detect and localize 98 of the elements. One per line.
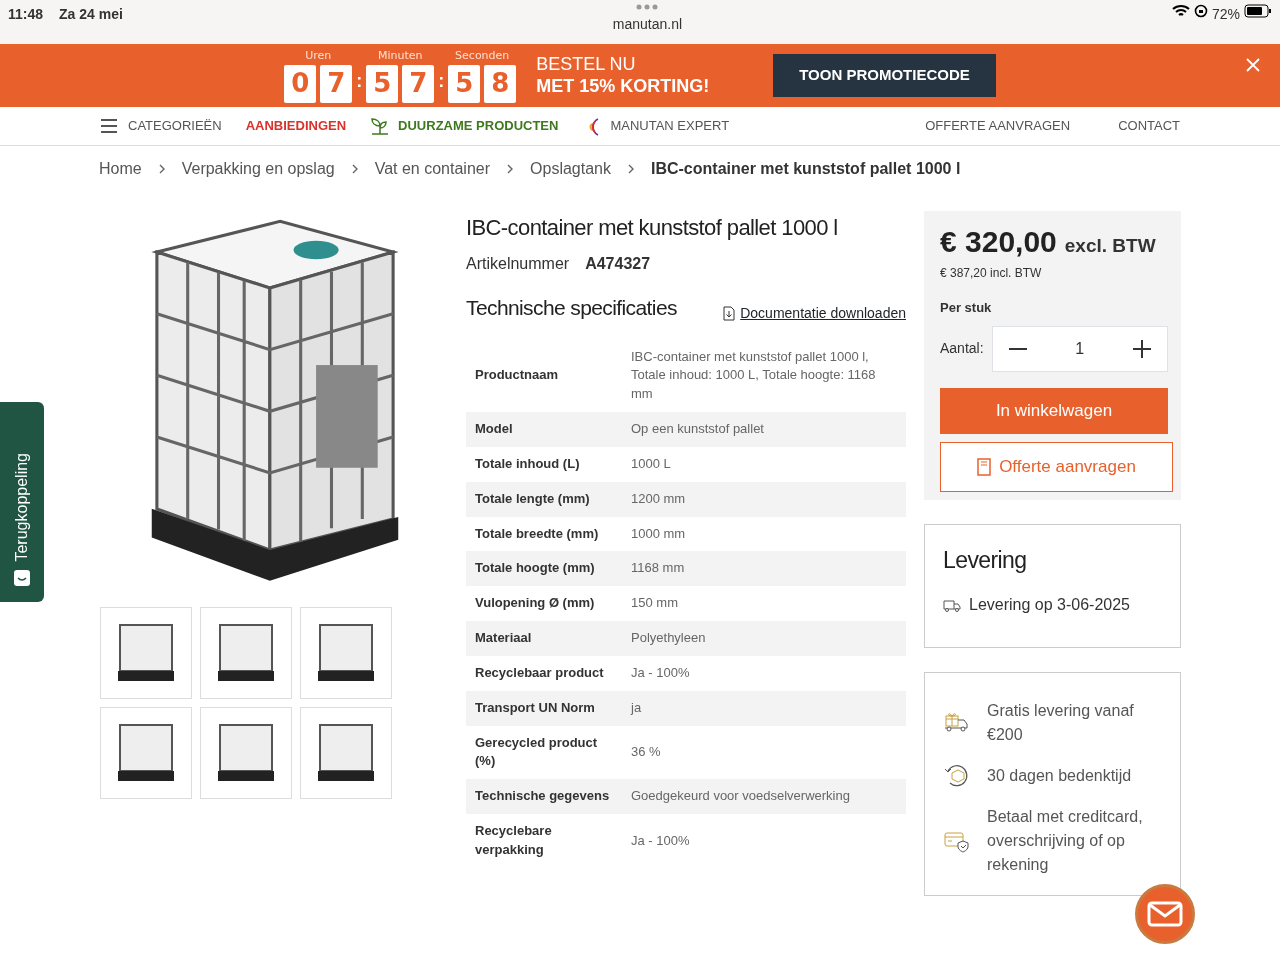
countdown-digit: 7	[320, 64, 353, 103]
chevron-right-icon	[350, 163, 359, 175]
url-text: manutan.nl	[612, 15, 683, 34]
quantity-stepper[interactable]: 1	[991, 325, 1168, 372]
spec-name: Recyclebare verpakking	[466, 814, 622, 868]
plus-icon[interactable]	[1132, 339, 1151, 358]
envelope-icon	[1147, 901, 1183, 927]
spec-value: Op een kunststof pallet	[622, 412, 906, 447]
promo-headline: BESTEL NU	[536, 53, 637, 76]
per-unit-label: Per stuk	[939, 299, 993, 317]
article-number: A474327	[585, 254, 651, 274]
download-link[interactable]: Documentatie downloaden	[722, 302, 906, 324]
minus-icon[interactable]	[1008, 347, 1027, 350]
spec-name: Technische gegevens	[466, 779, 622, 815]
battery-percentage: 72%	[1211, 5, 1240, 24]
price-excl-label: excl. BTW	[1064, 234, 1156, 258]
countdown-digit: 5	[448, 64, 481, 103]
spec-value: Ja - 100%	[622, 814, 906, 868]
delivery-date: Levering op 3-06-2025	[969, 595, 1130, 615]
spec-value: 36 %	[622, 725, 906, 780]
breadcrumb-link[interactable]: Home	[99, 157, 142, 181]
close-icon[interactable]	[1246, 58, 1260, 72]
nav-link[interactable]: OFFERTE AANVRAGEN	[925, 116, 1071, 136]
battery-icon	[1244, 4, 1272, 18]
spec-name: Materiaal	[466, 621, 622, 656]
spec-value: ja	[622, 690, 906, 726]
spec-value: 1200 mm	[622, 481, 906, 517]
breadcrumb-link[interactable]: Opslagtank	[530, 157, 611, 181]
quantity-value: 1	[1075, 338, 1085, 359]
thumbnail-button[interactable]	[100, 707, 192, 799]
wifi-icon	[1171, 4, 1190, 18]
price-incl: € 387,20 incl. BTW	[939, 265, 1043, 282]
menu-icon	[100, 116, 120, 136]
spec-value: 1000 L	[622, 446, 906, 482]
status-date: Za 24 mei	[59, 5, 123, 24]
separator: :	[438, 69, 445, 93]
spec-value: 1000 mm	[622, 516, 906, 552]
spec-value: 150 mm	[622, 586, 906, 622]
countdown-digit: 7	[402, 64, 435, 103]
spec-value: 1168 mm	[622, 551, 906, 587]
spec-name: Recyclebaar product	[466, 655, 622, 691]
benefit-text: Betaal met creditcard, overschrijving of op rekening	[987, 807, 1144, 875]
spec-name: Totale lengte (mm)	[466, 481, 622, 517]
nav-link[interactable]: CONTACT	[1118, 116, 1180, 136]
nav-link[interactable]: MANUTAN EXPERT	[582, 116, 730, 136]
spec-name: Totale inhoud (L)	[466, 446, 622, 482]
separator: :	[356, 69, 363, 93]
spec-name: Model	[466, 412, 622, 447]
nav-link[interactable]: CATEGORIEËN	[100, 116, 222, 136]
nav-link[interactable]: DUURZAME PRODUCTEN	[370, 116, 559, 136]
spec-value: Polyethyleen	[622, 621, 906, 656]
benefit-text: Gratis levering vanaf €200	[987, 701, 1135, 745]
countdown-digit: 8	[484, 64, 517, 103]
chevron-right-icon	[626, 163, 635, 175]
countdown-digit: 5	[366, 64, 399, 103]
nav-link[interactable]: AANBIEDINGEN	[245, 116, 347, 136]
truck-icon	[943, 598, 961, 612]
product-title: IBC-container met kunststof pallet 1000 l	[466, 214, 839, 242]
quantity-label: Aantal:	[940, 339, 984, 358]
thumbnail-button[interactable]	[300, 707, 392, 799]
countdown-digit: 0	[284, 64, 317, 103]
chevron-right-icon	[157, 163, 166, 175]
document-download-icon	[722, 305, 737, 321]
smiley-icon	[14, 570, 30, 586]
thumbnail-button[interactable]	[200, 607, 292, 699]
spec-name: Gerecycled product (%)	[466, 725, 622, 780]
quote-document-icon	[977, 457, 992, 476]
spec-name: Transport UN Norm	[466, 690, 622, 726]
thumbnail-button[interactable]	[200, 707, 292, 799]
breadcrumb-link[interactable]: Vat en container	[374, 157, 491, 181]
specs-heading: Technische specificaties	[466, 295, 677, 321]
benefit-text: 30 dagen bedenktijd	[987, 766, 1132, 786]
status-time: 11:48	[8, 5, 44, 24]
lock-rotation-icon	[1193, 4, 1208, 18]
promo-code-button[interactable]: TOON PROMOTIECODE	[773, 54, 996, 97]
thumbnail-button[interactable]	[300, 607, 392, 699]
thumbnail-button[interactable]	[100, 607, 192, 699]
delivery-heading: Levering	[943, 545, 1028, 575]
more-icon	[636, 4, 659, 10]
chevron-right-icon	[506, 163, 515, 175]
spec-value: Ja - 100%	[622, 655, 906, 691]
article-label: Artikelnummer	[466, 254, 570, 274]
spec-name: Totale breedte (mm)	[466, 516, 622, 552]
feedback-tab[interactable]: Terugkoppeling	[0, 402, 44, 602]
spec-value: Goedgekeurd voor voedselverwerking	[622, 779, 906, 815]
breadcrumb-link[interactable]: IBC-container met kunststof pallet 1000 l	[650, 157, 961, 181]
promo-headline: MET 15% KORTING!	[536, 75, 710, 98]
price: € 320,00	[940, 224, 1057, 260]
contact-mail-button[interactable]	[1135, 884, 1195, 944]
spec-value: IBC-container met kunststof pallet 1000 l, Totale inhoud: 1000 L, Totale hoogte: 1168 mm	[622, 339, 906, 413]
spec-name: Productnaam	[466, 339, 622, 413]
spec-name: Totale hoogte (mm)	[466, 551, 622, 587]
plant-icon	[370, 116, 391, 136]
spec-name: Vulopening Ø (mm)	[466, 586, 622, 622]
countdown-label: Minuten	[377, 48, 423, 65]
countdown-label: Uren	[305, 48, 332, 65]
breadcrumb-link[interactable]: Verpakking en opslag	[181, 157, 335, 181]
countdown-label: Seconden	[455, 48, 510, 65]
